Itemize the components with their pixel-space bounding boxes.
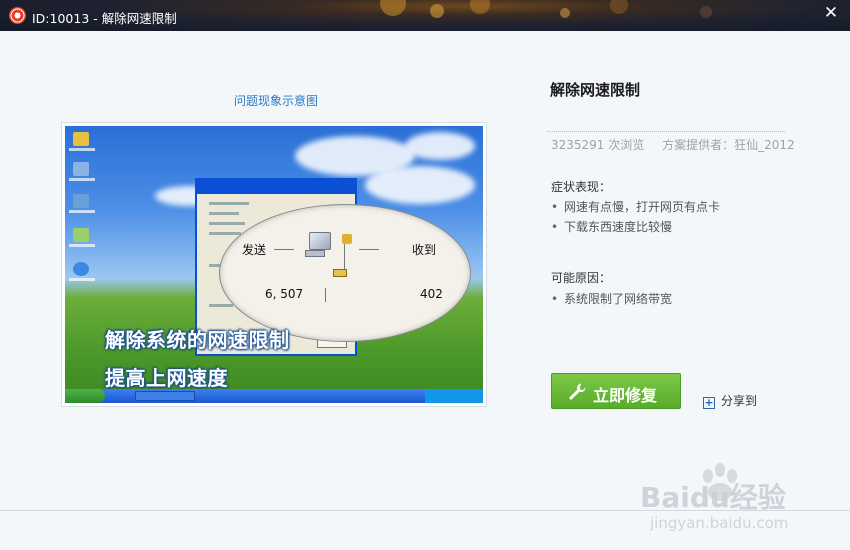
desktop-ie-icon xyxy=(73,262,89,276)
desktop-recycle-icon xyxy=(73,228,89,242)
symptoms-heading: 症状表现： xyxy=(551,180,612,194)
lock-icon xyxy=(342,234,352,244)
view-count: 3235291 次浏览 xyxy=(551,138,645,152)
cause-item: 系统限制了网络带宽 xyxy=(551,290,672,307)
share-button[interactable]: + 分享到 xyxy=(703,392,757,409)
window-title: ID:10013 - 解除网速限制 xyxy=(32,11,177,26)
sent-label: 发送 xyxy=(242,243,267,257)
desktop-computer-icon xyxy=(73,162,89,176)
baidu-watermark: Baidu经验 jingyan.baidu.com xyxy=(640,462,830,542)
desktop-network-icon xyxy=(73,194,89,208)
received-count: 402 xyxy=(420,287,443,301)
divider xyxy=(547,131,785,132)
wrench-icon xyxy=(569,383,586,400)
start-button xyxy=(65,389,105,403)
sent-count: 6, 507 xyxy=(265,287,304,301)
symptom-item: 下载东西速度比较慢 xyxy=(551,218,672,235)
desktop-folder-icon xyxy=(73,132,89,146)
watermark-brand: Baidu经验 xyxy=(640,481,786,514)
fix-now-label: 立即修复 xyxy=(593,386,658,405)
causes-heading: 可能原因： xyxy=(551,271,612,285)
illustration-caption: 问题现象示意图 xyxy=(234,94,319,108)
issue-title: 解除网速限制 xyxy=(550,81,641,99)
issue-meta: 3235291 次浏览 方案提供者：狂仙_2012 xyxy=(551,136,795,153)
illustration-image: 发送 收到 6, 507 402 解除系统的网速限制 提高上网速度 xyxy=(65,126,483,403)
network-connector-icon xyxy=(333,269,347,277)
overlay-text-line1: 解除系统的网速限制 xyxy=(105,328,290,352)
received-label: 收到 xyxy=(412,243,437,257)
overlay-text-line2: 提高上网速度 xyxy=(105,366,228,390)
close-button[interactable]: ✕ xyxy=(822,3,840,23)
symptom-item: 网速有点慢，打开网页有点卡 xyxy=(551,198,720,215)
title-bar: ID:10013 - 解除网速限制 ✕ xyxy=(0,0,850,31)
app-logo-icon xyxy=(9,7,26,24)
provider: 方案提供者：狂仙_2012 xyxy=(662,138,795,152)
illustration-frame: 发送 收到 6, 507 402 解除系统的网速限制 提高上网速度 xyxy=(61,122,487,407)
network-computer-icon xyxy=(305,232,333,258)
plus-icon: + xyxy=(703,396,715,409)
fix-now-button[interactable]: 立即修复 xyxy=(551,373,681,409)
xp-taskbar xyxy=(65,389,483,403)
watermark-site: jingyan.baidu.com xyxy=(650,514,789,532)
share-label: 分享到 xyxy=(721,394,758,408)
